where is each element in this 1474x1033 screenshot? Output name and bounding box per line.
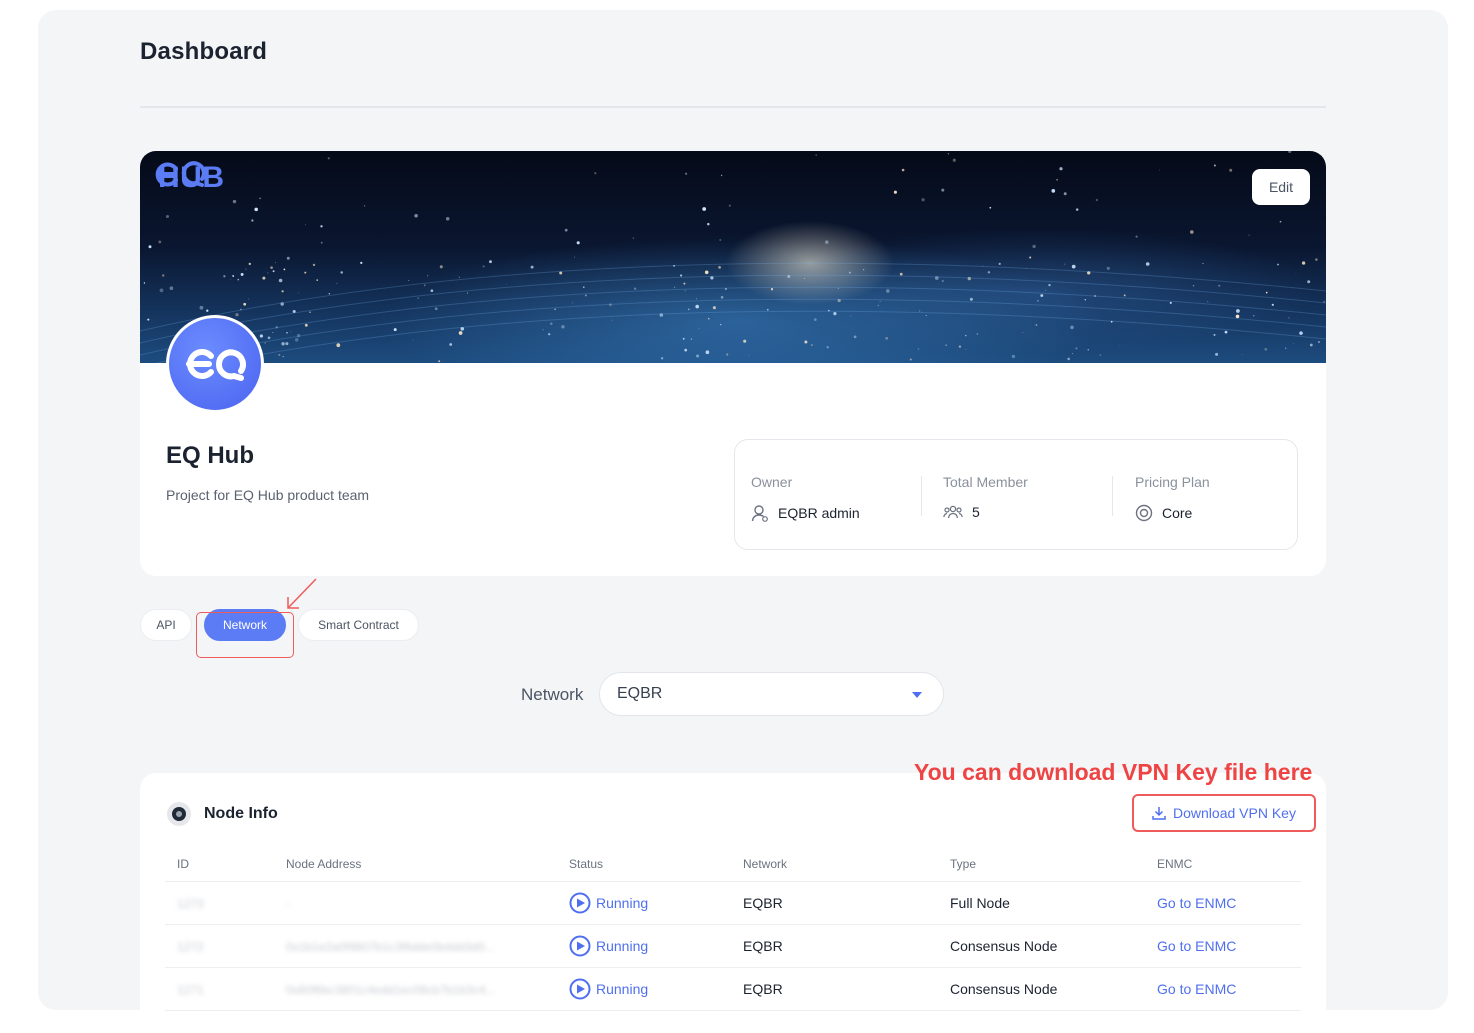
- project-info-box: Owner EQBR admin Total Member 5 Pricing …: [734, 439, 1298, 550]
- node-type: Consensus Node: [950, 981, 1058, 997]
- members-value: 5: [972, 504, 980, 520]
- download-icon: [1152, 807, 1166, 820]
- network-select-value: EQBR: [617, 685, 663, 702]
- node-icon: [167, 802, 191, 826]
- status-text: Running: [596, 981, 649, 997]
- column-enmc: ENMC: [1157, 857, 1193, 871]
- status-text: Running: [596, 938, 649, 954]
- tab-smart-contract[interactable]: Smart Contract: [298, 609, 419, 641]
- owner-value: EQBR admin: [778, 505, 860, 521]
- members-label: Total Member: [943, 474, 1028, 490]
- eq-avatar-icon: [186, 349, 246, 381]
- download-vpn-key-label: Download VPN Key: [1173, 805, 1296, 821]
- owner-label: Owner: [751, 474, 793, 490]
- node-type: Full Node: [950, 895, 1010, 911]
- edit-button[interactable]: Edit: [1252, 169, 1310, 205]
- eq-logo-icon: [155, 161, 206, 187]
- node-info-title: Node Info: [204, 805, 278, 822]
- node-network: EQBR: [743, 981, 783, 997]
- table-row: 1271 0x80f6bc3801c4edd1ec09cb7b1b3c4... …: [165, 968, 1301, 1011]
- user-icon: [751, 505, 768, 522]
- node-status: Running: [569, 978, 648, 1000]
- running-icon: [569, 935, 591, 957]
- node-id: 1271: [177, 983, 204, 997]
- node-table-header: ID Node Address Status Network Type ENMC: [165, 852, 1301, 882]
- go-to-enmc-link[interactable]: Go to ENMC: [1157, 938, 1236, 954]
- project-avatar: [166, 315, 264, 413]
- target-icon: [1135, 504, 1153, 522]
- group-icon: [943, 505, 963, 519]
- node-address: -: [286, 897, 290, 911]
- node-address: 0x1b1e2a0f9807b1c3f6dde0b4dd3d0...: [286, 940, 495, 954]
- node-id: 1272: [177, 940, 204, 954]
- plan-info: Pricing Plan Core: [1135, 474, 1210, 522]
- running-icon: [569, 978, 591, 1000]
- eq-hub-logo: HUB: [154, 161, 225, 195]
- owner-info: Owner EQBR admin: [751, 474, 860, 522]
- node-network: EQBR: [743, 938, 783, 954]
- column-status: Status: [569, 857, 604, 871]
- node-id: 1273: [177, 897, 204, 911]
- download-vpn-key-button[interactable]: Download VPN Key: [1132, 794, 1316, 832]
- status-text: Running: [596, 895, 649, 911]
- project-name: EQ Hub: [166, 442, 254, 469]
- network-label: Network: [521, 685, 584, 704]
- go-to-enmc-link[interactable]: Go to ENMC: [1157, 981, 1236, 997]
- node-address: 0x80f6bc3801c4edd1ec09cb7b1b3c4...: [286, 983, 496, 997]
- column-network: Network: [743, 857, 788, 871]
- plan-label: Pricing Plan: [1135, 474, 1210, 490]
- tab-network[interactable]: Network: [204, 609, 286, 641]
- project-description: Project for EQ Hub product team: [166, 487, 370, 503]
- node-type: Consensus Node: [950, 938, 1058, 954]
- banner-starfield: [140, 151, 1326, 363]
- info-separator: [1112, 476, 1113, 516]
- annotation-arrow-icon: [287, 578, 317, 609]
- network-select[interactable]: EQBR: [599, 672, 944, 716]
- table-row: 1273 - Running EQBR Full Node Go to ENMC: [165, 882, 1301, 925]
- running-icon: [569, 892, 591, 914]
- page-title: Dashboard: [140, 38, 268, 65]
- vpn-annotation: You can download VPN Key file here: [914, 759, 1313, 785]
- project-banner: HUB Edit: [140, 151, 1326, 363]
- column-type: Type: [950, 857, 977, 871]
- node-status: Running: [569, 935, 648, 957]
- caret-down-icon: [912, 692, 922, 698]
- column-node-address: Node Address: [286, 857, 362, 871]
- node-network: EQBR: [743, 895, 783, 911]
- plan-value: Core: [1162, 505, 1193, 521]
- node-status: Running: [569, 892, 648, 914]
- tab-api[interactable]: API: [140, 609, 192, 641]
- members-info: Total Member 5: [943, 474, 1028, 520]
- node-table: ID Node Address Status Network Type ENMC…: [165, 852, 1301, 1011]
- info-separator: [921, 476, 922, 516]
- go-to-enmc-link[interactable]: Go to ENMC: [1157, 895, 1236, 911]
- column-id: ID: [177, 857, 189, 871]
- table-row: 1272 0x1b1e2a0f9807b1c3f6dde0b4dd3d0... …: [165, 925, 1301, 968]
- project-card: HUB Edit EQ Hub Project for EQ Hub produ…: [140, 151, 1326, 576]
- header-divider: [140, 106, 1326, 108]
